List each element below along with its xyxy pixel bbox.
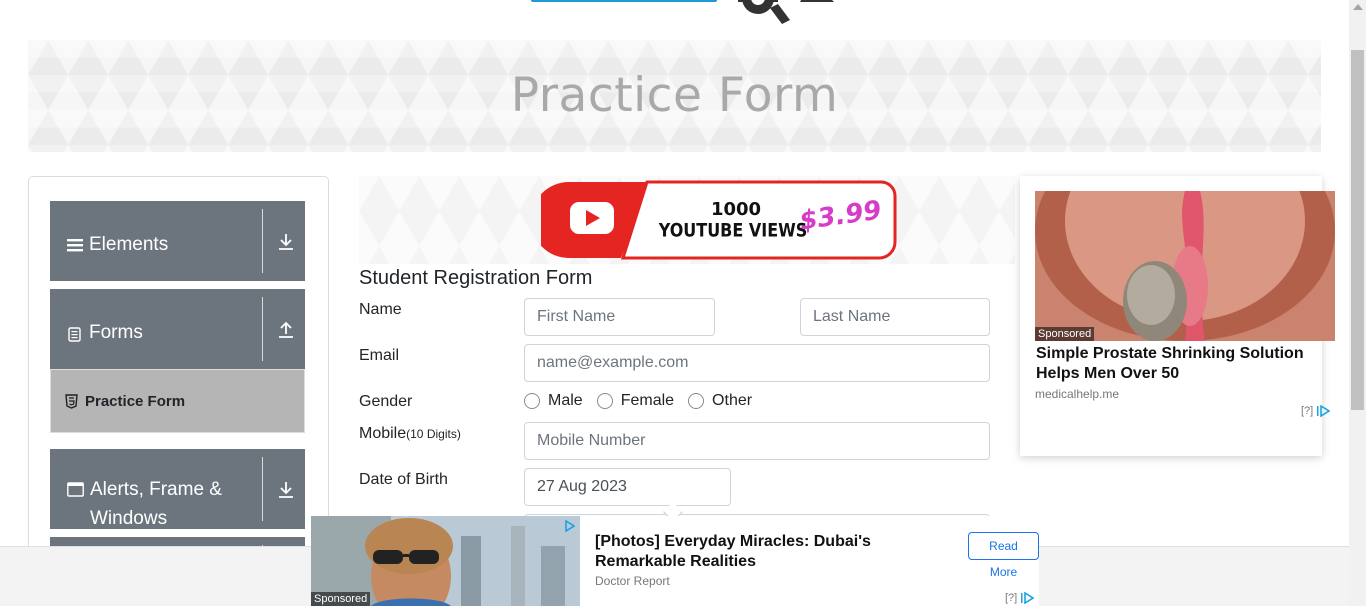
sidebar: Elements Forms Practice Form Alerts, Fra…	[28, 176, 329, 557]
ad-source[interactable]: medicalhelp.me	[1035, 387, 1119, 401]
divider	[262, 209, 263, 273]
ad-info[interactable]: [?]	[1005, 592, 1035, 604]
dob-input[interactable]	[524, 468, 731, 506]
sponsored-badge: Sponsored	[1035, 327, 1095, 341]
sidebar-group-label: Elements	[67, 230, 168, 259]
site-logo[interactable]	[525, 0, 845, 32]
gender-label: Gender	[359, 393, 413, 410]
sidebar-ad[interactable]: Sponsored Simple Prostate Shrinking Solu…	[1020, 176, 1335, 456]
scrollbar-thumb[interactable]	[1351, 50, 1364, 410]
sponsored-badge: Sponsored	[311, 592, 371, 606]
sidebar-group-label: Alerts, Frame & Windows	[67, 475, 240, 533]
window-icon	[67, 482, 84, 497]
adchoices-icon[interactable]	[1020, 592, 1035, 604]
ad-title[interactable]: Simple Prostate Shrinking Solution Helps…	[1036, 344, 1326, 384]
mobile-label: Mobile(10 Digits)	[359, 425, 461, 442]
email-input[interactable]	[524, 344, 990, 382]
sidebar-item: Practice Form	[65, 393, 185, 410]
read-more-button[interactable]: Read More	[968, 532, 1039, 579]
sidebar-group-label: Forms	[67, 318, 143, 347]
document-icon	[68, 327, 81, 342]
ad-title[interactable]: [Photos] Everyday Miracles: Dubai's Rema…	[595, 532, 925, 572]
adchoices-icon[interactable]	[1316, 405, 1331, 417]
divider	[262, 297, 263, 361]
ad-image[interactable]: Sponsored	[1035, 191, 1335, 341]
radio-circle[interactable]	[524, 393, 540, 409]
gender-radio-female[interactable]: Female	[596, 392, 674, 410]
promo-text: YOUTUBE VIEWS	[658, 220, 808, 241]
ad-info[interactable]: [?]	[1301, 405, 1331, 417]
logo-gear-icon	[738, 0, 834, 24]
adchoices-icon[interactable]	[563, 520, 575, 532]
last-name-input[interactable]	[800, 298, 990, 336]
bottom-ad[interactable]: Sponsored [Photos] Everyday Miracles: Du…	[311, 516, 1039, 606]
name-label: Name	[359, 301, 402, 318]
dob-label: Date of Birth	[359, 471, 448, 488]
gender-radio-male[interactable]: Male	[524, 392, 583, 410]
divider	[262, 457, 263, 521]
sidebar-group-forms[interactable]: Forms	[50, 289, 305, 369]
radio-circle[interactable]	[596, 393, 613, 409]
mobile-input[interactable]	[524, 422, 990, 460]
sidebar-group-alerts[interactable]: Alerts, Frame & Windows	[50, 449, 305, 529]
page-title: Practice Form	[510, 68, 839, 123]
sidebar-item-practice-form[interactable]: Practice Form	[50, 369, 305, 433]
page-banner: Practice Form	[28, 40, 1321, 152]
html5-icon	[65, 394, 78, 409]
first-name-input[interactable]	[524, 298, 715, 336]
mobile-hint: (10 Digits)	[406, 427, 461, 441]
radio-circle[interactable]	[688, 393, 705, 409]
gender-radio-group: Male Female Other	[524, 392, 752, 410]
sidebar-group-elements[interactable]: Elements	[50, 201, 305, 281]
download-arrow-icon[interactable]	[278, 481, 294, 499]
logo-text-fragment	[531, 0, 717, 2]
promo-ad-banner[interactable]: 1000 YOUTUBE VIEWS $3.99	[359, 176, 1015, 264]
youtube-views-promo[interactable]: 1000 YOUTUBE VIEWS $3.99	[541, 180, 897, 260]
gender-radio-other[interactable]: Other	[688, 392, 752, 410]
page: Practice Form Elements Forms Practice Fo…	[0, 0, 1366, 606]
list-icon	[67, 239, 83, 252]
upload-arrow-icon[interactable]	[278, 321, 294, 339]
ad-image[interactable]: Sponsored	[311, 516, 580, 606]
scroll-up-arrow-icon[interactable]	[1353, 4, 1363, 10]
form-title: Student Registration Form	[359, 267, 593, 289]
promo-count: 1000	[711, 199, 761, 220]
ad-source[interactable]: Doctor Report	[595, 574, 670, 588]
email-label: Email	[359, 347, 400, 364]
ad-image-graphic	[1035, 191, 1335, 341]
download-arrow-icon[interactable]	[278, 233, 294, 251]
